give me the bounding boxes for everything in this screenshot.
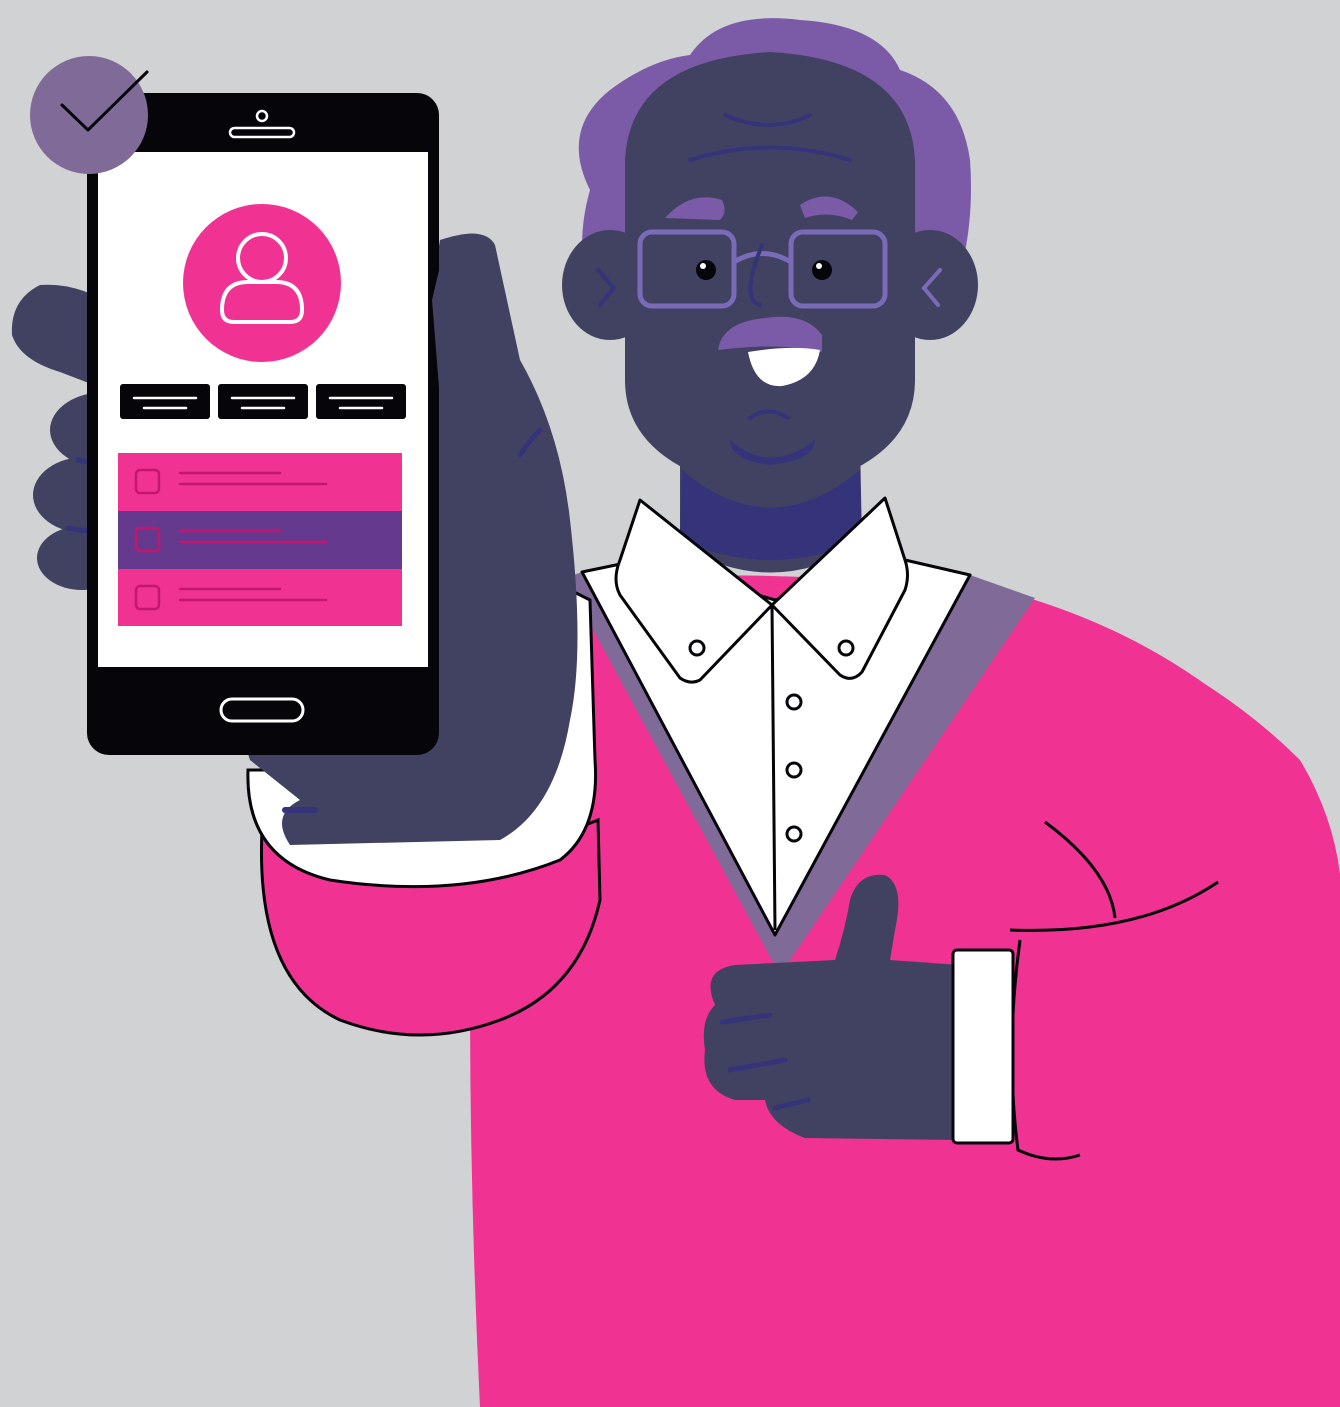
collar-button-left [688, 639, 706, 657]
face [625, 52, 915, 495]
shirt-button-1 [785, 693, 803, 711]
check-badge-circle [30, 56, 148, 174]
list-item[interactable] [118, 453, 402, 511]
shirt-button-3 [785, 825, 803, 843]
phone [87, 93, 439, 755]
check-badge [30, 56, 149, 174]
list-item[interactable] [118, 569, 402, 626]
illustration-svg [0, 0, 1340, 1407]
right-eye-shine [816, 263, 822, 269]
right-shirt-cuff [951, 948, 1015, 1145]
right-eye [812, 260, 832, 280]
illustration-scene [0, 0, 1340, 1407]
tab-2[interactable] [218, 384, 308, 419]
tab-3[interactable] [316, 384, 406, 419]
list [118, 453, 402, 626]
left-eye-shine [700, 263, 706, 269]
left-eye [696, 260, 716, 280]
list-item[interactable] [118, 511, 402, 569]
tab-bar [120, 384, 406, 419]
tab-1[interactable] [120, 384, 210, 419]
shirt-button-2 [785, 761, 803, 779]
collar-button-right [837, 639, 855, 657]
